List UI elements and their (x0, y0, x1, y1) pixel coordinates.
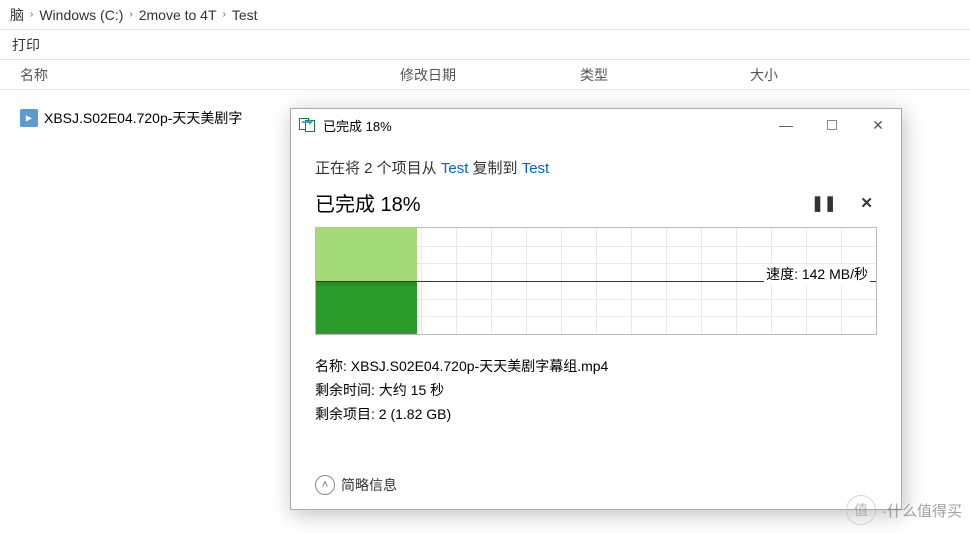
detail-items-value: 2 (1.82 GB) (379, 406, 451, 422)
dest-link[interactable]: Test (522, 160, 550, 177)
cancel-button[interactable]: ✕ (856, 194, 877, 212)
maximize-button[interactable] (809, 110, 855, 140)
col-header-type[interactable]: 类型 (560, 60, 730, 89)
detail-name-value: XBSJ.S02E04.720p-天天美剧字幕组.mp4 (351, 358, 609, 374)
crumb-1[interactable]: Windows (C:) (33, 7, 129, 23)
close-button[interactable]: ✕ (855, 110, 901, 140)
copy-progress-dialog: 已完成 18% — ✕ 正在将 2 个项目从 Test 复制到 Test 已完成… (290, 108, 902, 510)
print-button[interactable]: 打印 (6, 35, 46, 55)
toggle-details-label: 简略信息 (341, 475, 397, 495)
detail-items-label: 剩余项目: (315, 406, 375, 422)
column-headers: 名称 修改日期 类型 大小 (0, 60, 970, 90)
col-header-size[interactable]: 大小 (730, 60, 850, 89)
toggle-details-button[interactable]: ˄ 简略信息 (315, 475, 397, 495)
chart-fill-lower (316, 281, 417, 334)
toolbar: 打印 (0, 30, 970, 60)
col-header-date[interactable]: 修改日期 (380, 60, 560, 89)
file-name: XBSJ.S02E04.720p-天天美剧字 (44, 108, 242, 128)
crumb-0[interactable]: 脑 (4, 5, 30, 25)
chevron-up-icon: ˄ (315, 475, 335, 495)
chart-fill-upper (316, 228, 417, 281)
breadcrumb[interactable]: 脑 › Windows (C:) › 2move to 4T › Test (0, 0, 970, 30)
watermark-text: ·什么值得买 (882, 500, 962, 521)
crumb-2[interactable]: 2move to 4T (133, 7, 223, 23)
copy-icon (299, 118, 317, 132)
watermark-badge-icon: 值 (846, 495, 876, 525)
watermark: 值 ·什么值得买 (846, 495, 962, 525)
speed-label: 速度: 142 MB/秒 (764, 264, 870, 284)
copy-description: 正在将 2 个项目从 Test 复制到 Test (315, 157, 877, 178)
detail-time-label: 剩余时间: (315, 382, 375, 398)
source-link[interactable]: Test (441, 160, 469, 177)
titlebar[interactable]: 已完成 18% — ✕ (291, 109, 901, 141)
col-header-name[interactable]: 名称 (0, 60, 380, 89)
minimize-button[interactable]: — (763, 110, 809, 140)
copy-details: 名称: XBSJ.S02E04.720p-天天美剧字幕组.mp4 剩余时间: 大… (315, 355, 877, 426)
detail-name-label: 名称: (315, 358, 347, 374)
speed-chart: 速度: 142 MB/秒 (315, 227, 877, 335)
crumb-3[interactable]: Test (226, 7, 264, 23)
video-file-icon (20, 109, 38, 127)
chart-wave (316, 282, 417, 286)
detail-time-value: 大约 15 秒 (379, 382, 444, 398)
dialog-title: 已完成 18% (323, 116, 392, 135)
progress-text: 已完成 18% (315, 188, 421, 217)
pause-button[interactable]: ❚❚ (807, 194, 840, 212)
